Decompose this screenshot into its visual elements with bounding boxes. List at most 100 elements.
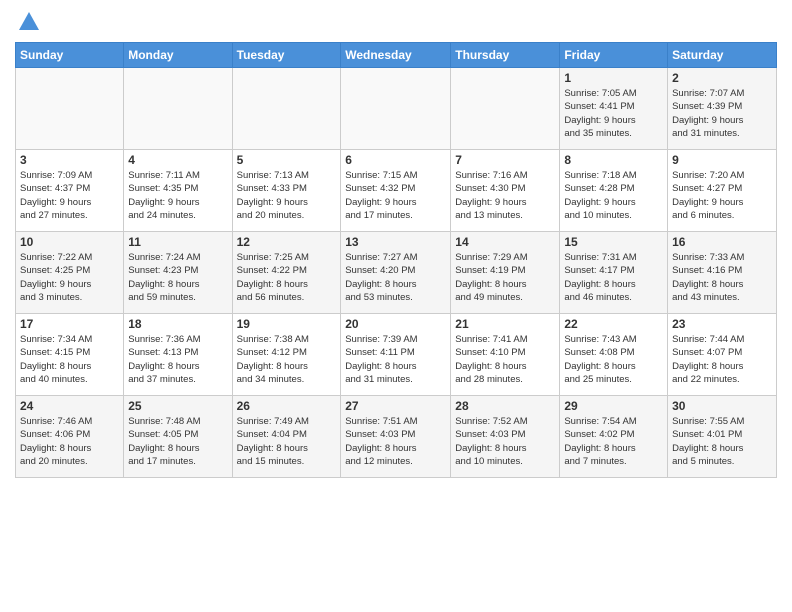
day-number: 10 [20,235,119,249]
day-info: Sunrise: 7:29 AM Sunset: 4:19 PM Dayligh… [455,251,555,304]
calendar-day-1: 1Sunrise: 7:05 AM Sunset: 4:41 PM Daylig… [560,68,668,150]
day-number: 14 [455,235,555,249]
calendar-day-6: 6 Sunrise: 7:15 AM Sunset: 4:32 PM Daylig… [341,150,451,232]
day-number: 12 [237,235,337,249]
calendar-day-9: 9 Sunrise: 7:20 AM Sunset: 4:27 PM Daylig… [668,150,777,232]
day-info: Sunrise: 7:34 AM Sunset: 4:15 PM Dayligh… [20,333,119,386]
calendar-day-13: 13 Sunrise: 7:27 AM Sunset: 4:20 PM Dayli… [341,232,451,314]
calendar-header-row: SundayMondayTuesdayWednesdayThursdayFrid… [16,43,777,68]
calendar-empty-cell [124,68,232,150]
weekday-header-monday: Monday [124,43,232,68]
day-info: Sunrise: 7:27 AM Sunset: 4:20 PM Dayligh… [345,251,446,304]
calendar-day-2: 2Sunrise: 7:07 AM Sunset: 4:39 PM Daylig… [668,68,777,150]
calendar-day-3: 3 Sunrise: 7:09 AM Sunset: 4:37 PM Daylig… [16,150,124,232]
day-number: 25 [128,399,227,413]
weekday-header-saturday: Saturday [668,43,777,68]
day-number: 23 [672,317,772,331]
calendar-day-27: 27Sunrise: 7:51 AM Sunset: 4:03 PM Dayli… [341,396,451,478]
weekday-header-tuesday: Tuesday [232,43,341,68]
day-info: Sunrise: 7:15 AM Sunset: 4:32 PM Dayligh… [345,169,446,222]
logo-text-block [15,10,41,34]
day-number: 11 [128,235,227,249]
day-info: Sunrise: 7:31 AM Sunset: 4:17 PM Dayligh… [564,251,663,304]
calendar-day-28: 28 Sunrise: 7:52 AM Sunset: 4:03 PM Dayli… [451,396,560,478]
day-info: Sunrise: 7:36 AM Sunset: 4:13 PM Dayligh… [128,333,227,386]
calendar-day-17: 17 Sunrise: 7:34 AM Sunset: 4:15 PM Dayli… [16,314,124,396]
calendar-day-23: 23 Sunrise: 7:44 AM Sunset: 4:07 PM Dayli… [668,314,777,396]
calendar-day-19: 19 Sunrise: 7:38 AM Sunset: 4:12 PM Dayli… [232,314,341,396]
calendar-day-29: 29Sunrise: 7:54 AM Sunset: 4:02 PM Dayli… [560,396,668,478]
day-info: Sunrise: 7:38 AM Sunset: 4:12 PM Dayligh… [237,333,337,386]
calendar-day-12: 12 Sunrise: 7:25 AM Sunset: 4:22 PM Dayli… [232,232,341,314]
day-number: 19 [237,317,337,331]
calendar-day-15: 15 Sunrise: 7:31 AM Sunset: 4:17 PM Dayli… [560,232,668,314]
calendar-day-11: 11 Sunrise: 7:24 AM Sunset: 4:23 PM Dayli… [124,232,232,314]
day-info: Sunrise: 7:18 AM Sunset: 4:28 PM Dayligh… [564,169,663,222]
day-info: Sunrise: 7:43 AM Sunset: 4:08 PM Dayligh… [564,333,663,386]
calendar-week-row: 3 Sunrise: 7:09 AM Sunset: 4:37 PM Daylig… [16,150,777,232]
day-number: 28 [455,399,555,413]
day-info: Sunrise: 7:09 AM Sunset: 4:37 PM Dayligh… [20,169,119,222]
day-number: 9 [672,153,772,167]
day-number: 3 [20,153,119,167]
calendar-day-25: 25 Sunrise: 7:48 AM Sunset: 4:05 PM Dayli… [124,396,232,478]
day-info: Sunrise: 7:51 AM Sunset: 4:03 PM Dayligh… [345,415,446,468]
day-number: 16 [672,235,772,249]
day-info: Sunrise: 7:11 AM Sunset: 4:35 PM Dayligh… [128,169,227,222]
calendar-empty-cell [232,68,341,150]
day-info: Sunrise: 7:49 AM Sunset: 4:04 PM Dayligh… [237,415,337,468]
day-number: 1 [564,71,663,85]
day-info: Sunrise: 7:41 AM Sunset: 4:10 PM Dayligh… [455,333,555,386]
day-info: Sunrise: 7:33 AM Sunset: 4:16 PM Dayligh… [672,251,772,304]
calendar-day-24: 24 Sunrise: 7:46 AM Sunset: 4:06 PM Dayli… [16,396,124,478]
page-header [15,10,777,34]
calendar-day-30: 30Sunrise: 7:55 AM Sunset: 4:01 PM Dayli… [668,396,777,478]
logo-icon [17,10,41,34]
day-number: 8 [564,153,663,167]
day-number: 24 [20,399,119,413]
calendar-day-18: 18 Sunrise: 7:36 AM Sunset: 4:13 PM Dayli… [124,314,232,396]
page-container: SundayMondayTuesdayWednesdayThursdayFrid… [0,0,792,612]
day-info: Sunrise: 7:55 AM Sunset: 4:01 PM Dayligh… [672,415,772,468]
day-number: 20 [345,317,446,331]
day-info: Sunrise: 7:24 AM Sunset: 4:23 PM Dayligh… [128,251,227,304]
weekday-header-friday: Friday [560,43,668,68]
weekday-header-sunday: Sunday [16,43,124,68]
day-info: Sunrise: 7:52 AM Sunset: 4:03 PM Dayligh… [455,415,555,468]
day-info: Sunrise: 7:39 AM Sunset: 4:11 PM Dayligh… [345,333,446,386]
calendar-day-26: 26 Sunrise: 7:49 AM Sunset: 4:04 PM Dayli… [232,396,341,478]
calendar-day-4: 4Sunrise: 7:11 AM Sunset: 4:35 PM Daylig… [124,150,232,232]
day-number: 2 [672,71,772,85]
day-number: 26 [237,399,337,413]
day-number: 22 [564,317,663,331]
day-number: 18 [128,317,227,331]
calendar-empty-cell [16,68,124,150]
day-info: Sunrise: 7:44 AM Sunset: 4:07 PM Dayligh… [672,333,772,386]
calendar-table: SundayMondayTuesdayWednesdayThursdayFrid… [15,42,777,478]
calendar-day-20: 20 Sunrise: 7:39 AM Sunset: 4:11 PM Dayli… [341,314,451,396]
day-info: Sunrise: 7:25 AM Sunset: 4:22 PM Dayligh… [237,251,337,304]
day-number: 13 [345,235,446,249]
calendar-empty-cell [451,68,560,150]
day-info: Sunrise: 7:20 AM Sunset: 4:27 PM Dayligh… [672,169,772,222]
day-number: 5 [237,153,337,167]
day-info: Sunrise: 7:13 AM Sunset: 4:33 PM Dayligh… [237,169,337,222]
day-number: 17 [20,317,119,331]
calendar-day-22: 22 Sunrise: 7:43 AM Sunset: 4:08 PM Dayli… [560,314,668,396]
calendar-day-5: 5 Sunrise: 7:13 AM Sunset: 4:33 PM Daylig… [232,150,341,232]
day-info: Sunrise: 7:48 AM Sunset: 4:05 PM Dayligh… [128,415,227,468]
calendar-day-16: 16 Sunrise: 7:33 AM Sunset: 4:16 PM Dayli… [668,232,777,314]
calendar-week-row: 1Sunrise: 7:05 AM Sunset: 4:41 PM Daylig… [16,68,777,150]
day-number: 21 [455,317,555,331]
day-number: 6 [345,153,446,167]
calendar-week-row: 10Sunrise: 7:22 AM Sunset: 4:25 PM Dayli… [16,232,777,314]
calendar-day-7: 7Sunrise: 7:16 AM Sunset: 4:30 PM Daylig… [451,150,560,232]
day-number: 29 [564,399,663,413]
calendar-day-10: 10Sunrise: 7:22 AM Sunset: 4:25 PM Dayli… [16,232,124,314]
calendar-week-row: 17 Sunrise: 7:34 AM Sunset: 4:15 PM Dayli… [16,314,777,396]
day-number: 7 [455,153,555,167]
day-info: Sunrise: 7:46 AM Sunset: 4:06 PM Dayligh… [20,415,119,468]
weekday-header-wednesday: Wednesday [341,43,451,68]
calendar-day-21: 21 Sunrise: 7:41 AM Sunset: 4:10 PM Dayli… [451,314,560,396]
day-number: 15 [564,235,663,249]
